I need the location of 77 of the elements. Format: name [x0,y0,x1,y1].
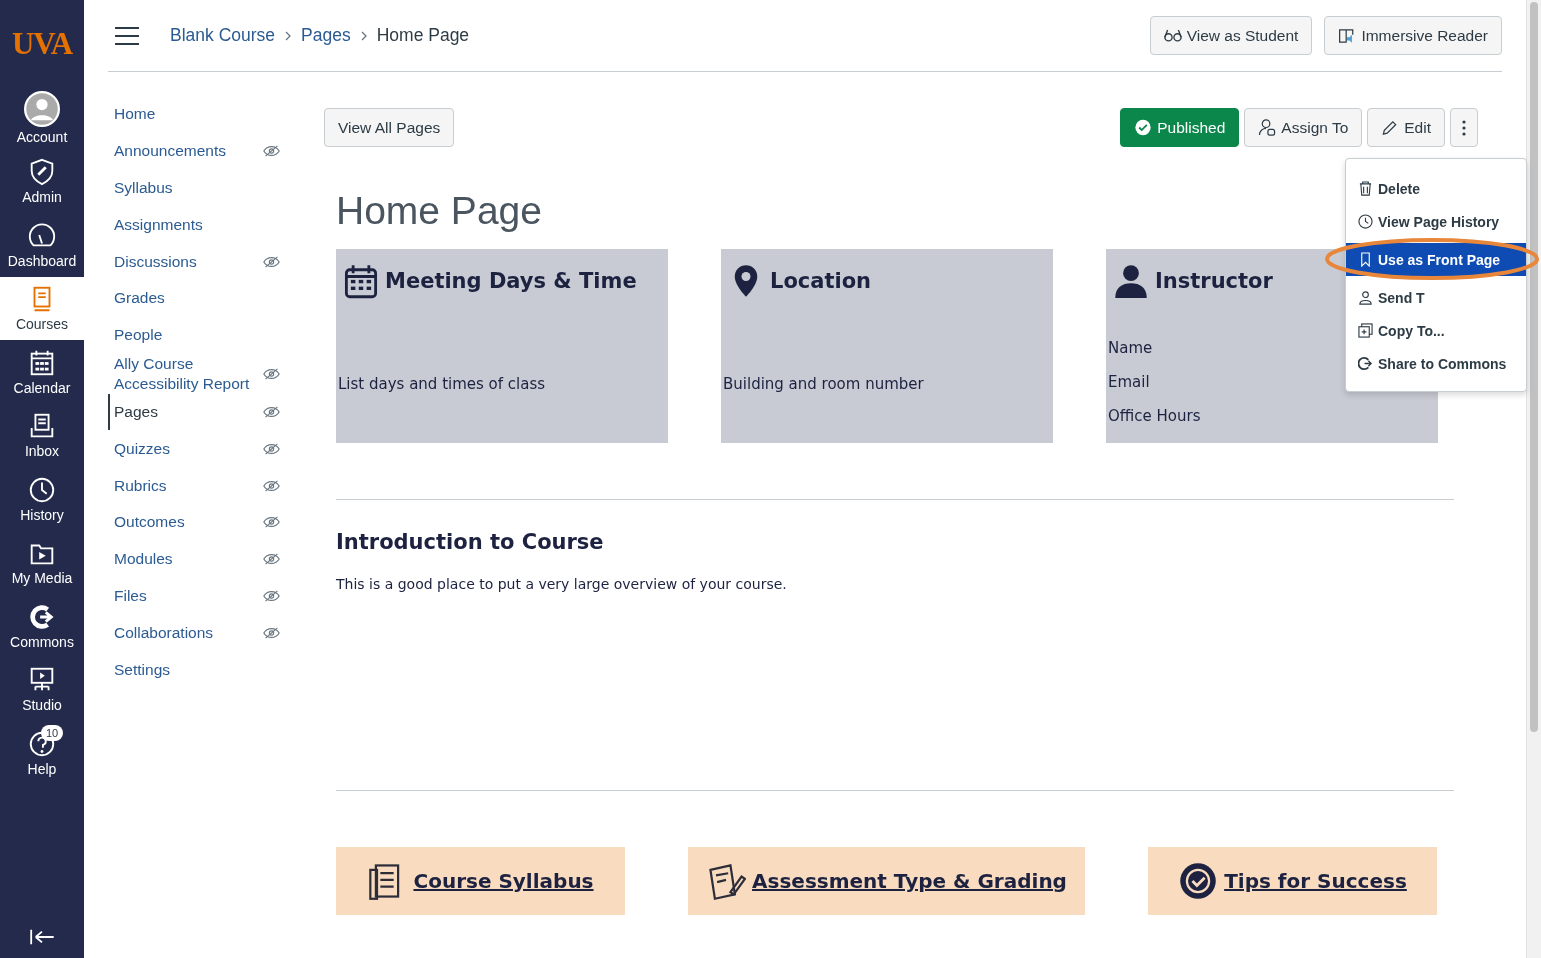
global-nav-item[interactable]: Commons [0,594,84,658]
kebab-icon [1462,119,1466,136]
course-nav-link[interactable]: Collaborations [108,614,298,652]
scrollbar[interactable] [1526,0,1541,958]
card-text: Name [1108,339,1154,357]
course-nav-link[interactable]: Assignments [108,206,298,244]
card-title: Location [770,269,872,293]
avatar-icon [24,90,60,127]
menu-icon[interactable] [114,25,140,46]
menu-item[interactable]: Send T [1346,281,1526,314]
course-nav-link[interactable]: Pages [108,393,298,431]
check-badge-icon [1178,861,1219,901]
course-nav-link[interactable]: Settings [108,651,298,688]
immersive-reader-button[interactable]: Immersive Reader [1324,16,1502,55]
link-card[interactable]: Course Syllabus [336,847,625,915]
course-nav-link[interactable]: Syllabus [108,169,298,207]
course-nav-link[interactable]: Modules [108,540,298,578]
course-nav-link[interactable]: Grades [108,280,298,317]
card-text: Building and room number [723,375,925,393]
course-nav-link[interactable]: Announcements [108,132,298,170]
global-nav-item[interactable]: 10 Help [0,721,84,785]
copy-icon [1358,323,1373,338]
chevron-icon [359,29,368,42]
global-nav-item[interactable]: Account [0,86,84,150]
glasses-icon [1163,27,1182,44]
assign-to-button[interactable]: Assign To [1244,108,1363,147]
breadcrumb-link[interactable]: Blank Course [170,25,276,46]
section-heading: Introduction to Course [336,530,605,554]
person-icon [1358,290,1373,305]
course-nav-link[interactable]: Outcomes [108,503,298,541]
card-title: Instructor [1155,269,1273,293]
view-all-pages-button[interactable]: View All Pages [324,108,455,147]
share-icon [1358,356,1373,371]
breadcrumb-link[interactable]: Pages [301,25,351,46]
chevron-icon [284,29,293,42]
bookmark-icon [1358,252,1373,267]
calendar-icon [343,263,379,299]
notification-badge: 10 [41,725,64,741]
collapse-icon[interactable] [28,928,56,946]
people-icon [1258,119,1277,136]
clock-icon [1358,214,1373,229]
view-as-student-button[interactable]: View as Student [1149,16,1313,55]
menu-item[interactable]: Copy To... [1346,314,1526,347]
logo[interactable]: UVA [11,26,73,62]
global-nav-item[interactable]: My Media [0,530,84,594]
course-nav-link[interactable]: Ally Course Accessibility Report [108,353,298,394]
menu-item[interactable]: View Page History [1346,205,1526,238]
global-nav-item[interactable]: Dashboard [0,213,84,277]
published-button[interactable]: Published [1120,108,1240,147]
course-nav-link[interactable]: Home [108,96,298,133]
global-nav-item[interactable]: Courses [0,276,84,340]
link-card[interactable]: Tips for Success [1148,847,1437,915]
edit-button[interactable]: Edit [1367,108,1445,147]
card-title: Meeting Days & Time [385,269,637,293]
global-nav-item[interactable]: Studio [0,657,84,721]
trash-icon [1358,181,1373,196]
breadcrumb-link[interactable]: Home Page [376,25,470,46]
person-icon [1113,263,1149,299]
page-title: Home Page [336,189,542,233]
global-nav-item[interactable]: History [0,467,84,531]
menu-item[interactable]: Share to Commons [1346,347,1526,380]
global-nav-item[interactable]: Calendar [0,340,84,404]
card-text: Office Hours [1108,407,1202,425]
course-nav-link[interactable]: Files [108,577,298,615]
course-nav-link[interactable]: Rubrics [108,467,298,504]
card-text: Email [1108,373,1151,391]
menu-item[interactable]: Delete [1346,172,1526,205]
card-text: List days and times of class [338,375,547,393]
course-nav-link[interactable]: Quizzes [108,430,298,468]
check-circle-icon [1134,119,1153,136]
global-nav-item[interactable]: Inbox [0,403,84,467]
course-nav-link[interactable]: Discussions [108,243,298,280]
link-card[interactable]: Assessment Type & Grading [688,847,1085,915]
course-nav-link[interactable]: People [108,316,298,354]
section-text: This is a good place to put a very large overview of your course. [336,576,788,592]
document-pen-icon [706,861,747,901]
global-nav-item[interactable]: Admin [0,149,84,213]
